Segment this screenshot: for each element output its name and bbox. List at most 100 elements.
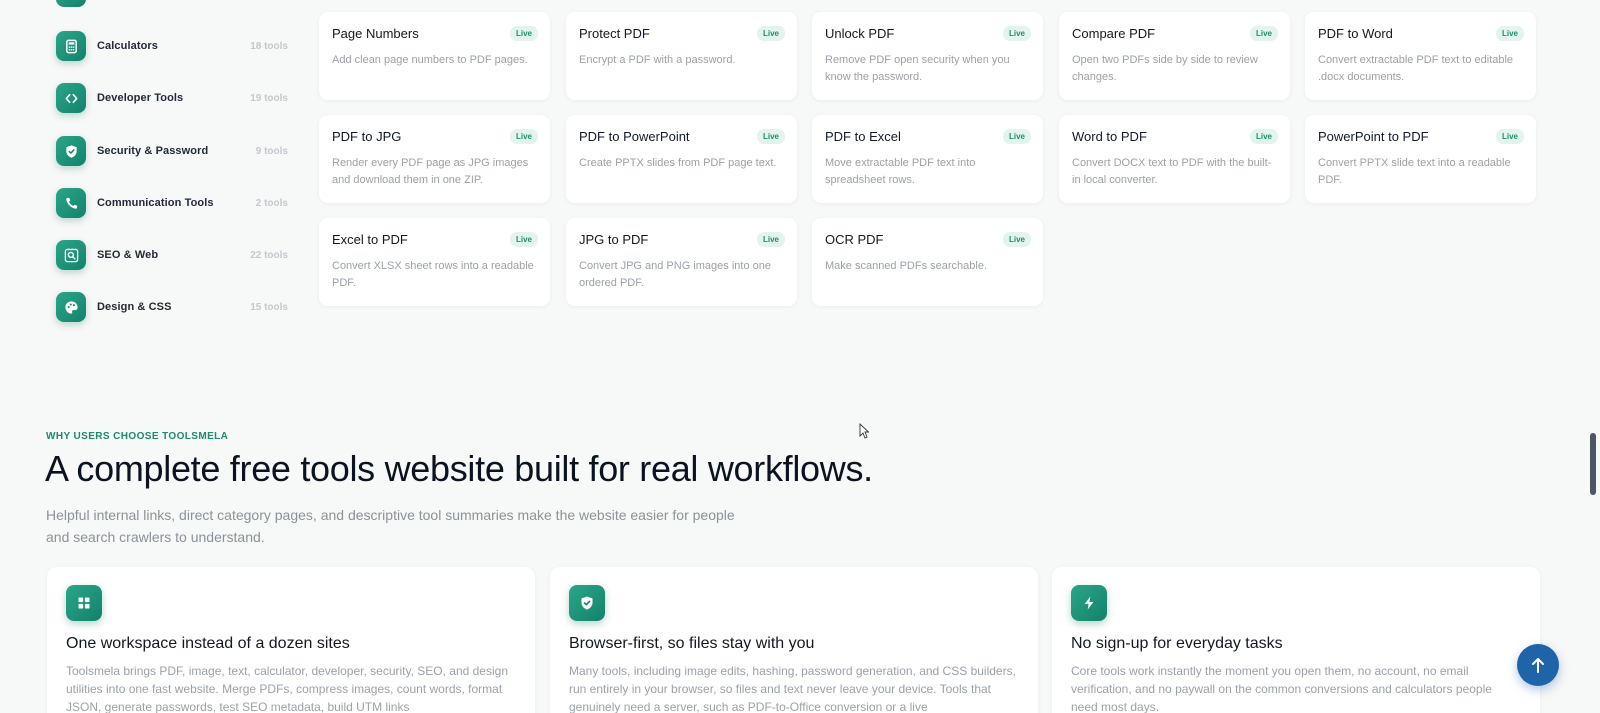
lightning-icon <box>1071 585 1107 621</box>
phone-icon <box>56 188 86 218</box>
tool-card-powerpoint-to-pdf[interactable]: PowerPoint to PDF Live Convert PPTX slid… <box>1305 115 1536 203</box>
section-eyebrow: WHY USERS CHOOSE TOOLSMELA <box>46 431 229 442</box>
section-headline: A complete free tools website built for … <box>45 448 873 489</box>
tool-card-header: PowerPoint to PDF Live <box>1318 129 1524 144</box>
sidebar-item-label: Design & CSS <box>97 301 172 313</box>
live-badge: Live <box>1002 232 1031 247</box>
sidebar-item-developer-tools[interactable]: Developer Tools 19 tools <box>56 81 288 115</box>
page: Calculators 18 tools Developer Tools 19 … <box>0 0 1600 713</box>
grid-icon <box>66 585 102 621</box>
tool-title: PDF to Word <box>1318 26 1393 41</box>
feature-description: Core tools work instantly the moment you… <box>1071 664 1492 713</box>
page-scrollbar[interactable] <box>1586 0 1600 713</box>
tool-description: Add clean page numbers to PDF pages. <box>332 54 528 66</box>
arrow-up-icon <box>1532 658 1544 673</box>
tool-card-header: Unlock PDF Live <box>825 26 1031 41</box>
tool-description: Convert XLSX sheet rows into a readable … <box>332 260 534 289</box>
tool-card-unlock-pdf[interactable]: Unlock PDF Live Remove PDF open security… <box>812 12 1043 100</box>
shield-check-icon <box>56 136 86 166</box>
tool-title: PDF to PowerPoint <box>579 129 690 144</box>
back-to-top-button[interactable] <box>1517 644 1559 686</box>
tool-title: PDF to Excel <box>825 129 901 144</box>
tool-title: Protect PDF <box>579 26 650 41</box>
sidebar-item-calculators[interactable]: Calculators 18 tools <box>56 29 288 63</box>
tool-card-header: Page Numbers Live <box>332 26 538 41</box>
live-badge: Live <box>509 232 538 247</box>
tool-title: PDF to JPG <box>332 129 402 144</box>
tool-card-page-numbers[interactable]: Page Numbers Live Add clean page numbers… <box>319 12 550 100</box>
tool-title: Excel to PDF <box>332 232 408 247</box>
sidebar-item-count: 22 tools <box>250 249 288 261</box>
tool-card-pdf-to-jpg[interactable]: PDF to JPG Live Render every PDF page as… <box>319 115 550 203</box>
palette-icon <box>56 292 86 322</box>
sidebar-item-label: Security & Password <box>97 145 209 157</box>
search-web-icon <box>56 240 86 270</box>
tool-card-compare-pdf[interactable]: Compare PDF Live Open two PDFs side by s… <box>1059 12 1290 100</box>
tool-description: Open two PDFs side by side to review cha… <box>1072 54 1258 83</box>
tool-title: Compare PDF <box>1072 26 1156 41</box>
tool-description: Create PPTX slides from PDF page text. <box>579 157 777 169</box>
tool-card-header: Compare PDF Live <box>1072 26 1278 41</box>
tool-card-header: PDF to Word Live <box>1318 26 1524 41</box>
sidebar-item-security-password[interactable]: Security & Password 9 tools <box>56 134 288 168</box>
live-badge: Live <box>1002 26 1031 41</box>
tool-title: OCR PDF <box>825 232 884 247</box>
tool-card-pdf-to-powerpoint[interactable]: PDF to PowerPoint Live Create PPTX slide… <box>566 115 797 203</box>
tool-card-jpg-to-pdf[interactable]: JPG to PDF Live Convert JPG and PNG imag… <box>566 218 797 306</box>
live-badge: Live <box>1249 129 1278 144</box>
tool-description: Convert JPG and PNG images into one orde… <box>579 260 771 289</box>
tool-description: Convert DOCX text to PDF with the built-… <box>1072 157 1272 186</box>
tool-description: Move extractable PDF text into spreadshe… <box>825 157 976 186</box>
live-badge: Live <box>509 129 538 144</box>
tool-title: Word to PDF <box>1072 129 1147 144</box>
tool-card-excel-to-pdf[interactable]: Excel to PDF Live Convert XLSX sheet row… <box>319 218 550 306</box>
tool-card-header: Word to PDF Live <box>1072 129 1278 144</box>
feature-card-no-signup: No sign-up for everyday tasks Core tools… <box>1052 567 1540 713</box>
sidebar-item-count: 9 tools <box>255 145 288 157</box>
feature-description: Toolsmela brings PDF, image, text, calcu… <box>66 664 508 713</box>
tool-card-ocr-pdf[interactable]: OCR PDF Live Make scanned PDFs searchabl… <box>812 218 1043 306</box>
tool-card-header: PDF to JPG Live <box>332 129 538 144</box>
feature-title: Browser-first, so files stay with you <box>569 635 815 652</box>
live-badge: Live <box>1249 26 1278 41</box>
tool-title: PowerPoint to PDF <box>1318 129 1429 144</box>
section-subtext: Helpful internal links, direct category … <box>46 507 735 545</box>
sidebar-item-count: 18 tools <box>250 40 288 52</box>
live-badge: Live <box>1495 129 1524 144</box>
feature-card-one-workspace: One workspace instead of a dozen sites T… <box>47 567 535 713</box>
tool-card-header: JPG to PDF Live <box>579 232 785 247</box>
sidebar-item-seo-web[interactable]: SEO & Web 22 tools <box>56 238 288 272</box>
tool-card-pdf-to-excel[interactable]: PDF to Excel Live Move extractable PDF t… <box>812 115 1043 203</box>
tool-description: Render every PDF page as JPG images and … <box>332 157 529 186</box>
tool-card-header: Protect PDF Live <box>579 26 785 41</box>
tool-card-header: PDF to Excel Live <box>825 129 1031 144</box>
live-badge: Live <box>756 232 785 247</box>
sidebar-item-communication-tools[interactable]: Communication Tools 2 tools <box>56 186 288 220</box>
tool-card-word-to-pdf[interactable]: Word to PDF Live Convert DOCX text to PD… <box>1059 115 1290 203</box>
tool-description: Convert PPTX slide text into a readable … <box>1318 157 1511 186</box>
tool-description: Convert extractable PDF text to editable… <box>1318 54 1514 83</box>
tool-title: Page Numbers <box>332 26 419 41</box>
live-badge: Live <box>509 26 538 41</box>
code-icon <box>56 83 86 113</box>
sidebar-item-count: 2 tools <box>255 197 288 209</box>
sidebar-item-label: Developer Tools <box>97 92 184 104</box>
category-icon-partial[interactable] <box>56 0 86 7</box>
live-badge: Live <box>756 129 785 144</box>
tool-description: Encrypt a PDF with a password. <box>579 54 736 66</box>
feature-card-browser-first: Browser-first, so files stay with you Ma… <box>550 567 1038 713</box>
mouse-cursor-icon <box>859 423 869 439</box>
tool-card-protect-pdf[interactable]: Protect PDF Live Encrypt a PDF with a pa… <box>566 12 797 100</box>
tool-description: Make scanned PDFs searchable. <box>825 260 988 272</box>
live-badge: Live <box>1002 129 1031 144</box>
live-badge: Live <box>1495 26 1524 41</box>
feature-title: One workspace instead of a dozen sites <box>66 635 350 652</box>
sidebar-item-label: Communication Tools <box>97 197 214 209</box>
tool-title: JPG to PDF <box>579 232 649 247</box>
tool-description: Remove PDF open security when you know t… <box>825 54 1010 83</box>
sidebar-item-design-css[interactable]: Design & CSS 15 tools <box>56 290 288 324</box>
sidebar-item-label: Calculators <box>97 40 159 52</box>
sidebar-item-label: SEO & Web <box>97 249 159 261</box>
scrollbar-thumb[interactable] <box>1590 433 1596 495</box>
tool-card-pdf-to-word[interactable]: PDF to Word Live Convert extractable PDF… <box>1305 12 1536 100</box>
